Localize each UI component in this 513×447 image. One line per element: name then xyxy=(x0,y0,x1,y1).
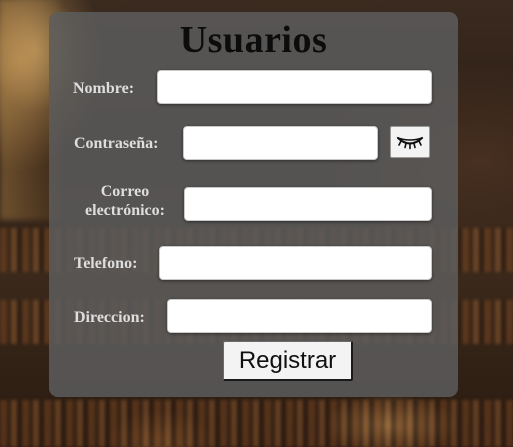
toggle-password-button[interactable] xyxy=(390,126,430,158)
name-input[interactable] xyxy=(157,70,432,104)
email-input[interactable] xyxy=(184,187,432,221)
email-label-line1: Correo xyxy=(100,183,150,200)
register-button[interactable]: Registrar xyxy=(223,341,353,381)
closed-eye-icon xyxy=(396,136,424,150)
address-input[interactable] xyxy=(167,299,432,333)
bookshelf-row xyxy=(0,400,513,447)
password-input[interactable] xyxy=(183,126,378,160)
user-registration-form: Usuarios Nombre: Contraseña: Correo elec… xyxy=(49,12,458,397)
email-label-line2: electrónico: xyxy=(85,202,165,219)
phone-input[interactable] xyxy=(159,246,432,280)
phone-label: Telefono: xyxy=(74,255,138,272)
form-title: Usuarios xyxy=(179,19,328,61)
email-label: Correo electrónico: xyxy=(75,182,175,220)
name-label: Nombre: xyxy=(73,80,135,97)
address-label: Direccion: xyxy=(74,309,145,326)
password-label: Contraseña: xyxy=(74,135,159,152)
